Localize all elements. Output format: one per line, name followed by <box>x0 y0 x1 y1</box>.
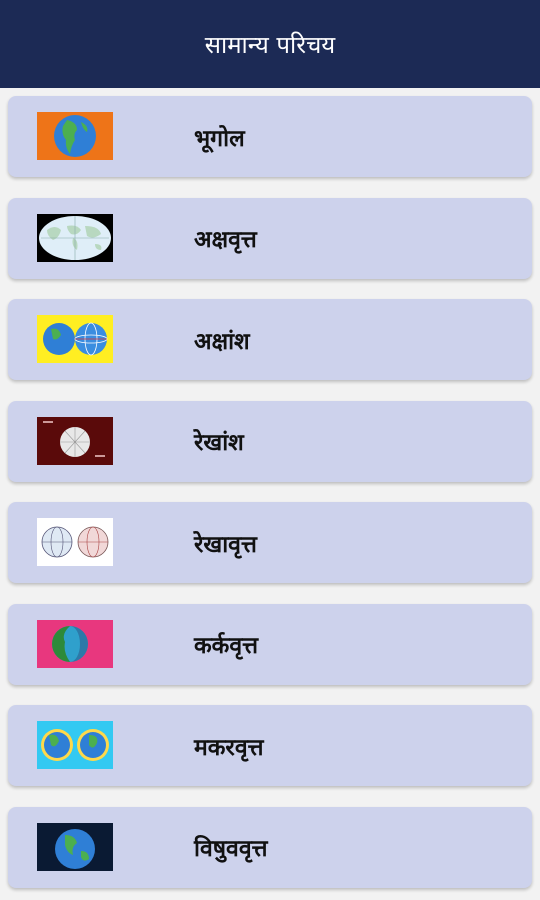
latitude-globes-icon <box>37 315 113 363</box>
world-map-icon <box>37 213 113 262</box>
item-label: कर्कवृत्त <box>194 633 259 659</box>
list-item-karkavrutt[interactable]: कर्कवृत्त <box>8 603 532 685</box>
topic-list: भूगोल अक्षवृत्त अक्षांश रेखांश रेखावृत्त… <box>0 88 540 888</box>
item-label: रेखांश <box>194 430 244 456</box>
item-label: अक्षांश <box>194 328 250 355</box>
list-item-rekhavrutt[interactable]: रेखावृत्त <box>8 502 532 583</box>
item-label: मकरवृत्त <box>194 734 264 761</box>
equator-globe-icon <box>37 822 113 871</box>
list-item-makaravrutt[interactable]: मकरवृत्त <box>8 705 532 786</box>
page-title: सामान्य परिचय <box>204 30 336 59</box>
item-label: विषुववृत्त <box>194 836 268 862</box>
list-item-akshavrutt[interactable]: अक्षवृत्त <box>8 197 532 279</box>
item-label: अक्षवृत्त <box>194 227 257 253</box>
app-bar: सामान्य परिचय <box>0 0 540 88</box>
item-label: भूगोल <box>194 125 245 152</box>
list-item-akshansh[interactable]: अक्षांश <box>8 299 532 380</box>
list-item-rekhansh[interactable]: रेखांश <box>8 400 532 482</box>
tropic-cancer-globe-icon <box>37 619 113 668</box>
meridian-globes-icon <box>37 518 113 566</box>
item-label: रेखावृत्त <box>194 531 257 558</box>
list-item-vishuvavrutt[interactable]: विषुववृत्त <box>8 806 532 888</box>
longitude-diagram-icon <box>37 416 113 465</box>
list-item-bhugol[interactable]: भूगोल <box>8 96 532 177</box>
globe-americas-icon <box>37 112 113 160</box>
tropic-capricorn-globes-icon <box>37 721 113 769</box>
